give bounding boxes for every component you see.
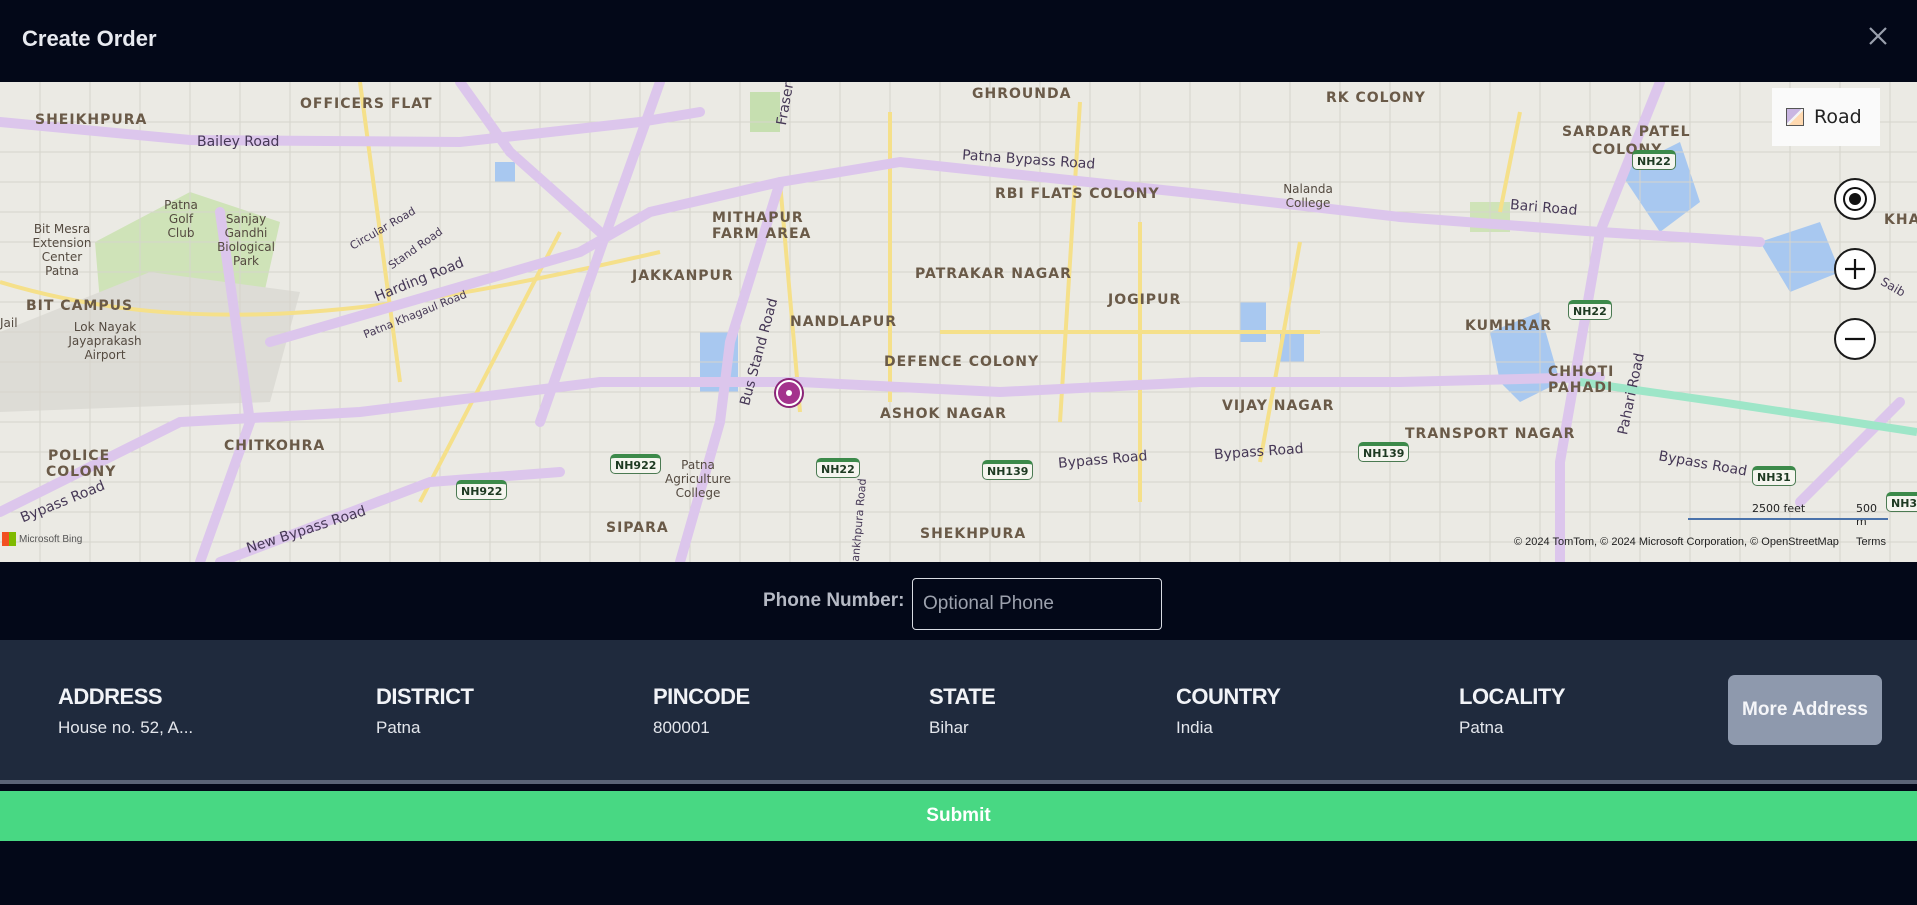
phone-input[interactable] <box>912 578 1162 630</box>
area-label: ASHOK NAGAR <box>880 406 1007 422</box>
area-label: SHEIKHPURA <box>35 112 148 128</box>
area-label: SARDAR PATEL <box>1562 124 1691 140</box>
area-label: DEFENCE COLONY <box>884 354 1040 370</box>
address-value: House no. 52, A... <box>58 718 194 737</box>
country-column: COUNTRY India <box>1176 684 1281 738</box>
map-provider: Microsoft Bing <box>19 533 83 545</box>
area-label: VIJAY NAGAR <box>1222 398 1335 414</box>
area-label: GHROUNDA <box>972 86 1072 102</box>
area-label: COLONY <box>46 464 117 480</box>
district-heading: DISTRICT <box>376 684 474 709</box>
area-label: TRANSPORT NAGAR <box>1405 426 1576 442</box>
district-value: Patna <box>376 718 421 737</box>
dialog-header: Create Order <box>0 0 1917 82</box>
submit-button[interactable]: Submit <box>0 791 1917 841</box>
location-pin-icon[interactable] <box>776 380 802 406</box>
locate-me-icon[interactable] <box>1834 178 1876 220</box>
pincode-column: PINCODE 800001 <box>653 684 750 738</box>
scale-feet: 2500 feet <box>1752 502 1806 515</box>
phone-row: Phone Number: <box>0 562 1917 640</box>
area-label: SIPARA <box>606 520 669 536</box>
country-value: India <box>1176 718 1213 737</box>
place-label: Patna Agriculture College <box>665 458 731 500</box>
road-style-icon <box>1786 108 1804 126</box>
area-label: BIT CAMPUS <box>26 298 134 314</box>
terms-link[interactable]: Terms <box>1856 536 1886 548</box>
area-label: KUMHRAR <box>1465 318 1553 334</box>
scale-bar <box>1688 518 1888 520</box>
highway-shield: NH139 <box>982 460 1034 480</box>
area-label: MITHAPUR <box>712 210 804 226</box>
area-label: NANDLAPUR <box>790 314 898 330</box>
area-label: PAHADI <box>1548 380 1614 396</box>
state-value: Bihar <box>929 718 969 737</box>
bing-logo: Microsoft Bing <box>2 532 82 546</box>
place-label: Patna Golf Club <box>164 198 198 240</box>
map-style-button[interactable]: Road <box>1772 88 1880 146</box>
more-address-button[interactable]: More Address <box>1728 675 1882 745</box>
state-heading: STATE <box>929 684 996 709</box>
road-label: Bailey Road <box>197 134 280 150</box>
area-label: CHITKOHRA <box>224 438 326 454</box>
highway-shield: NH922 <box>610 454 662 474</box>
place-label: Sanjay Gandhi Biological Park <box>217 212 275 268</box>
area-label: RBI FLATS COLONY <box>995 186 1160 202</box>
map-view[interactable]: SHEIKHPURA OFFICERS FLAT GHROUNDA RK COL… <box>0 82 1917 562</box>
address-summary: ADDRESS House no. 52, A... DISTRICT Patn… <box>0 640 1917 780</box>
country-heading: COUNTRY <box>1176 684 1281 709</box>
highway-shield: NH22 <box>1568 300 1612 320</box>
locality-heading: LOCALITY <box>1459 684 1566 709</box>
highway-shield: NH22 <box>816 458 860 478</box>
pincode-heading: PINCODE <box>653 684 750 709</box>
area-label: FARM AREA <box>712 226 812 242</box>
place-label: Lok Nayak Jayaprakash Airport <box>68 320 142 362</box>
highway-shield: NH139 <box>1358 442 1410 462</box>
highway-shield: NH31 <box>1886 492 1917 512</box>
dialog-title: Create Order <box>22 26 157 51</box>
area-label: JAKKANPUR <box>632 268 734 284</box>
area-label: KHA <box>1884 212 1917 228</box>
area-label: RK COLONY <box>1326 90 1426 106</box>
address-column: ADDRESS House no. 52, A... <box>58 684 193 738</box>
zoom-out-icon[interactable] <box>1834 318 1876 360</box>
map-scale: 2500 feet 500 m <box>1688 502 1888 528</box>
phone-label: Phone Number: <box>763 590 905 611</box>
place-label: Jail <box>0 316 18 330</box>
map-copyright: © 2024 TomTom, © 2024 Microsoft Corporat… <box>1514 536 1839 548</box>
area-label: PATRAKAR NAGAR <box>915 266 1072 282</box>
scale-meters: 500 m <box>1856 502 1877 528</box>
area-label: POLICE <box>48 448 111 464</box>
close-icon[interactable] <box>1864 22 1892 50</box>
locality-value: Patna <box>1459 718 1504 737</box>
locality-column: LOCALITY Patna <box>1459 684 1566 738</box>
place-label: Bit Mesra Extension Center Patna <box>32 222 92 278</box>
state-column: STATE Bihar <box>929 684 996 738</box>
district-column: DISTRICT Patna <box>376 684 474 738</box>
pincode-value: 800001 <box>653 718 710 737</box>
map-style-label: Road <box>1814 106 1862 128</box>
place-label: Nalanda College <box>1283 182 1333 210</box>
highway-shield: NH22 <box>1632 150 1676 170</box>
microsoft-logo-icon <box>2 532 16 546</box>
highway-shield: NH922 <box>456 480 508 500</box>
address-heading: ADDRESS <box>58 684 163 709</box>
area-label: SHEKHPURA <box>920 526 1027 542</box>
area-label: CHHOTI <box>1548 364 1615 380</box>
divider <box>0 780 1917 784</box>
zoom-in-icon[interactable] <box>1834 248 1876 290</box>
highway-shield: NH31 <box>1752 466 1796 486</box>
area-label: JOGIPUR <box>1108 292 1182 308</box>
area-label: OFFICERS FLAT <box>300 96 433 112</box>
